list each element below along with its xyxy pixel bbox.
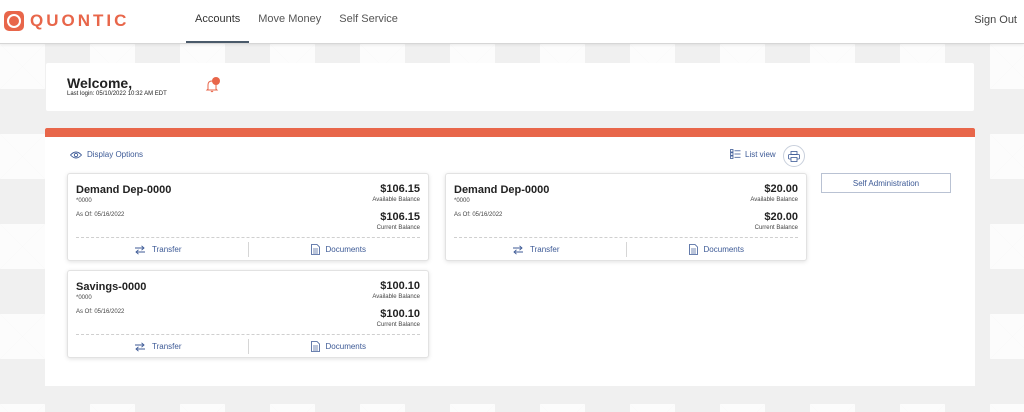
- account-number: *0000: [76, 295, 92, 301]
- card-actions: Transfer Documents: [68, 336, 428, 357]
- account-name[interactable]: Savings-0000: [76, 281, 146, 293]
- documents-label: Documents: [703, 245, 744, 254]
- brand-logo[interactable]: QUONTIC: [4, 8, 129, 34]
- list-view-icon: [730, 149, 741, 159]
- current-balance-amount: $100.10: [380, 308, 420, 320]
- available-balance-label: Available Balance: [372, 294, 420, 300]
- notification-dot: [212, 77, 220, 85]
- account-card[interactable]: Demand Dep-0000 *0000 As Of: 05/16/2022 …: [67, 173, 429, 261]
- nav-self-service[interactable]: Self Service: [330, 0, 407, 43]
- eye-icon: [70, 151, 82, 158]
- current-balance-label: Current Balance: [376, 225, 420, 231]
- card-actions: Transfer Documents: [68, 239, 428, 260]
- self-administration-button[interactable]: Self Administration: [821, 173, 951, 193]
- print-button[interactable]: [783, 145, 805, 167]
- top-navigation-bar: QUONTIC Accounts Move Money Self Service…: [0, 0, 1024, 44]
- transfer-button[interactable]: Transfer: [446, 239, 626, 260]
- nav-accounts[interactable]: Accounts: [186, 0, 250, 43]
- as-of-date: As Of: 05/16/2022: [454, 212, 503, 218]
- available-balance-amount: $100.10: [380, 280, 420, 292]
- current-balance-amount: $20.00: [764, 211, 798, 223]
- transfer-label: Transfer: [152, 342, 182, 351]
- documents-label: Documents: [325, 245, 366, 254]
- transfer-icon: [135, 341, 145, 352]
- transfer-button[interactable]: Transfer: [68, 336, 248, 357]
- display-options-label: Display Options: [87, 150, 144, 159]
- account-number: *0000: [454, 198, 470, 204]
- document-icon: [310, 244, 320, 255]
- main-nav: Accounts Move Money Self Service: [186, 0, 407, 43]
- welcome-panel: Welcome, Last login: 05/10/2022 10:32 AM…: [46, 63, 974, 111]
- list-view-label: List view: [745, 149, 776, 159]
- documents-button[interactable]: Documents: [249, 336, 429, 357]
- welcome-title: Welcome,: [67, 75, 133, 91]
- account-card[interactable]: Demand Dep-0000 *0000 As Of: 05/16/2022 …: [445, 173, 807, 261]
- transfer-label: Transfer: [530, 245, 560, 254]
- documents-button[interactable]: Documents: [627, 239, 807, 260]
- accent-bar: [45, 128, 975, 137]
- available-balance-amount: $20.00: [764, 183, 798, 195]
- current-balance-amount: $106.15: [380, 211, 420, 223]
- card-divider: [76, 237, 420, 238]
- account-name[interactable]: Demand Dep-0000: [454, 184, 549, 196]
- display-options-button[interactable]: Display Options: [70, 150, 143, 159]
- documents-label: Documents: [325, 342, 366, 351]
- available-balance-amount: $106.15: [380, 183, 420, 195]
- as-of-date: As Of: 05/16/2022: [76, 309, 125, 315]
- print-icon: [788, 150, 800, 162]
- available-balance-label: Available Balance: [372, 197, 420, 203]
- list-view-button[interactable]: List view: [730, 149, 776, 159]
- card-divider: [76, 334, 420, 335]
- sign-out-link[interactable]: Sign Out: [974, 14, 1017, 26]
- account-name[interactable]: Demand Dep-0000: [76, 184, 171, 196]
- as-of-date: As Of: 05/16/2022: [76, 212, 125, 218]
- nav-move-money[interactable]: Move Money: [249, 0, 330, 43]
- brand-name: QUONTIC: [30, 11, 130, 30]
- quontic-logo-icon: [4, 11, 24, 31]
- bell-icon[interactable]: [204, 77, 220, 93]
- account-card[interactable]: Savings-0000 *0000 As Of: 05/16/2022 $10…: [67, 270, 429, 358]
- transfer-button[interactable]: Transfer: [68, 239, 248, 260]
- last-login-text: Last login: 05/10/2022 10:32 AM EDT: [67, 91, 167, 97]
- transfer-label: Transfer: [152, 245, 182, 254]
- account-number: *0000: [76, 198, 92, 204]
- transfer-icon: [513, 244, 523, 255]
- card-divider: [454, 237, 798, 238]
- document-icon: [310, 341, 320, 352]
- documents-button[interactable]: Documents: [249, 239, 429, 260]
- card-actions: Transfer Documents: [446, 239, 806, 260]
- current-balance-label: Current Balance: [754, 225, 798, 231]
- available-balance-label: Available Balance: [750, 197, 798, 203]
- current-balance-label: Current Balance: [376, 322, 420, 328]
- document-icon: [688, 244, 698, 255]
- transfer-icon: [135, 244, 145, 255]
